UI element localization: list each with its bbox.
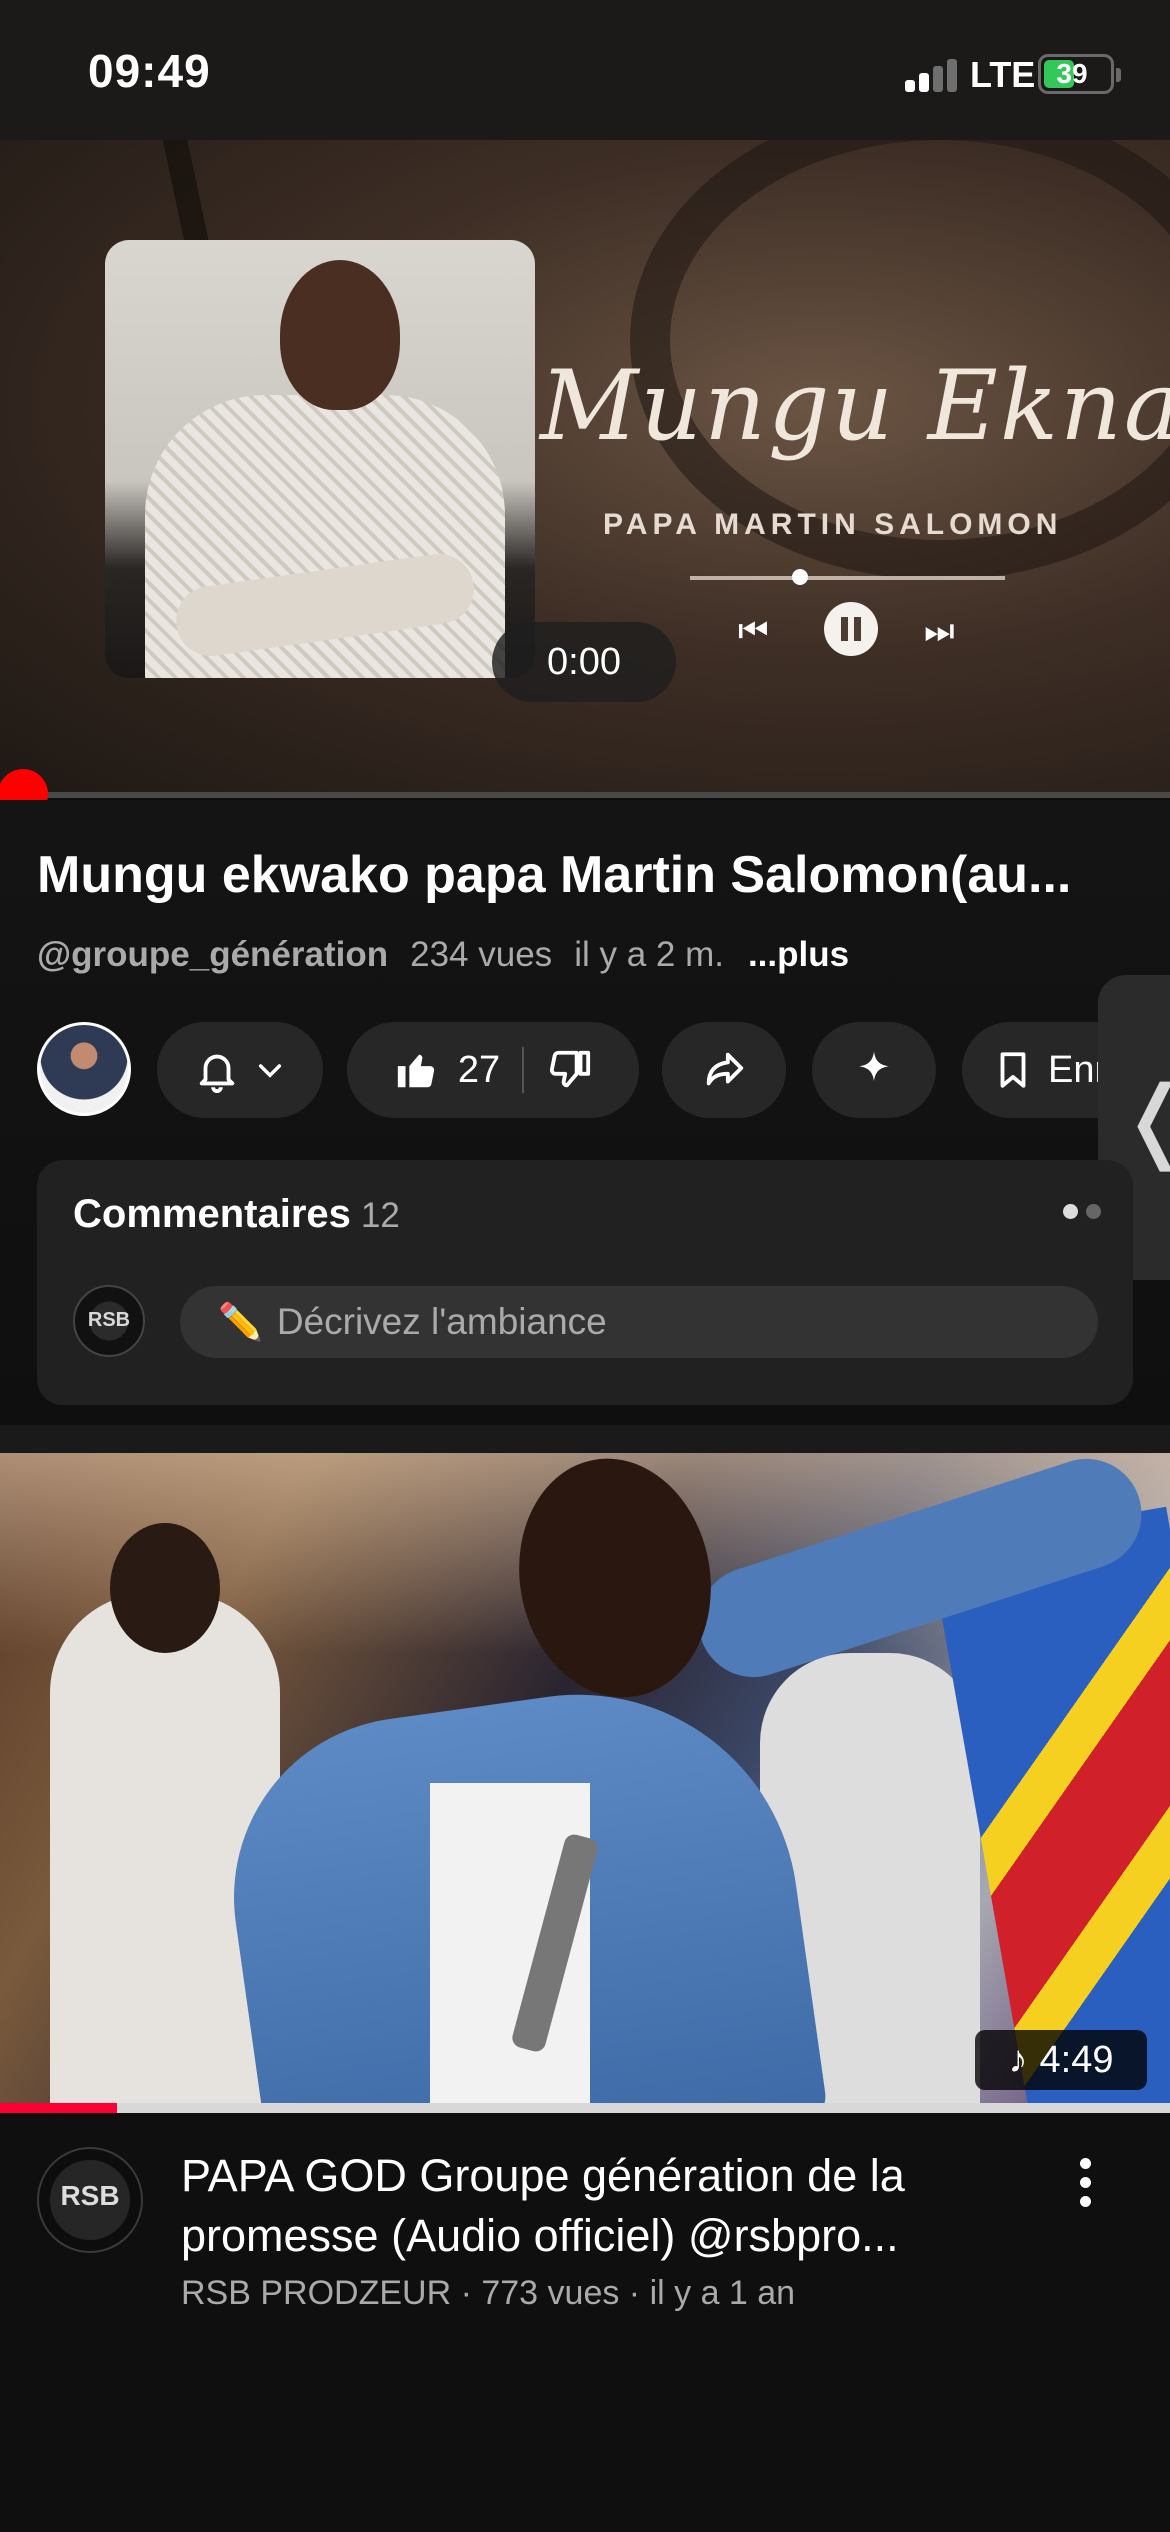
bookmark-icon <box>1000 1052 1026 1088</box>
status-bar: 09:49 LTE 39 <box>0 0 1170 140</box>
network-label: LTE <box>970 54 1036 95</box>
user-avatar: RSB <box>73 1285 145 1357</box>
duration-label: 4:49 <box>1039 2038 1114 2081</box>
comment-placeholder: Décrivez l'ambiance <box>276 1301 607 1342</box>
video-meta[interactable]: @groupe_génération 234 vues il y a 2 m....… <box>37 935 849 975</box>
comments-section[interactable]: Commentaires 12 RSB ✏️ Décrivez l'ambiance <box>37 1160 1133 1405</box>
video-progress-bar[interactable] <box>0 792 1170 798</box>
share-button[interactable] <box>662 1022 786 1118</box>
channel-handle[interactable]: @groupe_génération <box>37 935 388 974</box>
comment-input[interactable]: ✏️ Décrivez l'ambiance <box>180 1286 1098 1358</box>
more-vertical-icon[interactable] <box>1070 2158 1100 2218</box>
duration-badge: ♪ 4:49 <box>975 2030 1147 2090</box>
song-title: Mungu Eknako <box>540 350 1170 462</box>
signal-icon <box>905 58 965 92</box>
channel-avatar[interactable] <box>37 1022 131 1116</box>
pencil-icon: ✏️ <box>218 1301 263 1342</box>
status-time: 09:49 <box>88 45 211 97</box>
previous-icon: ⏮ <box>738 612 769 650</box>
artwork-progress-knob <box>792 569 808 585</box>
video-player[interactable]: Mungu Eknako PAPA MARTIN SALOMON ⏮ ⏭ 0:0… <box>0 140 1170 795</box>
more-link[interactable]: ...plus <box>748 935 849 974</box>
user-avatar-label: RSB <box>87 1309 131 1331</box>
subscribe-notifications-button[interactable] <box>157 1022 323 1118</box>
sparkle-icon <box>859 1051 889 1081</box>
recommended-channel-avatar[interactable]: RSB <box>37 2147 143 2253</box>
artist-photo <box>105 240 535 678</box>
upload-age: il y a 2 m. <box>574 935 724 974</box>
chevron-down-icon <box>258 1064 282 1078</box>
comments-heading: Commentaires 12 <box>73 1192 400 1237</box>
view-count: 234 vues <box>410 935 553 974</box>
battery-icon: 39 <box>1038 54 1121 94</box>
bell-icon <box>199 1054 235 1093</box>
section-divider <box>0 1425 1170 1453</box>
like-dislike-button[interactable]: 27 <box>347 1022 639 1118</box>
battery-level: 39 <box>1056 58 1088 89</box>
comments-count: 12 <box>360 1196 400 1235</box>
watched-progress-track <box>0 2103 1170 2113</box>
recommended-title[interactable]: PAPA GOD Groupe génération de la promess… <box>181 2146 1031 2266</box>
pause-icon <box>824 602 878 656</box>
watched-progress-fill <box>0 2103 117 2113</box>
recommended-thumbnail[interactable] <box>0 1453 1170 2113</box>
recommended-title-line2: promesse (Audio officiel) @rsbpro... <box>181 2210 899 2261</box>
next-icon: ⏭ <box>924 612 955 650</box>
ask-ai-button[interactable] <box>812 1022 936 1118</box>
recommended-meta: RSB PRODZEUR · 773 vues · il y a 1 an <box>181 2274 796 2312</box>
like-count: 27 <box>457 1048 501 1091</box>
comments-title: Commentaires <box>73 1192 351 1236</box>
current-time: 0:00 <box>492 622 676 702</box>
song-artist: PAPA MARTIN SALOMON <box>603 508 1063 541</box>
thumbs-up-icon[interactable] <box>394 1047 440 1093</box>
thumbs-down-icon[interactable] <box>546 1047 592 1093</box>
recommended-avatar-label: RSB <box>60 2180 120 2211</box>
share-icon <box>706 1052 744 1086</box>
action-bar: 27 Enr <box>0 1020 1170 1120</box>
chevron-left-icon[interactable]: ❬ <box>1118 1075 1170 1165</box>
recommended-title-line1: PAPA GOD Groupe génération de la <box>181 2150 905 2201</box>
carousel-dots <box>1055 1204 1101 1224</box>
artwork-progress-track <box>690 576 1005 580</box>
music-note-icon: ♪ <box>1008 2038 1028 2081</box>
video-title[interactable]: Mungu ekwako papa Martin Salomon(au... <box>37 845 1137 905</box>
